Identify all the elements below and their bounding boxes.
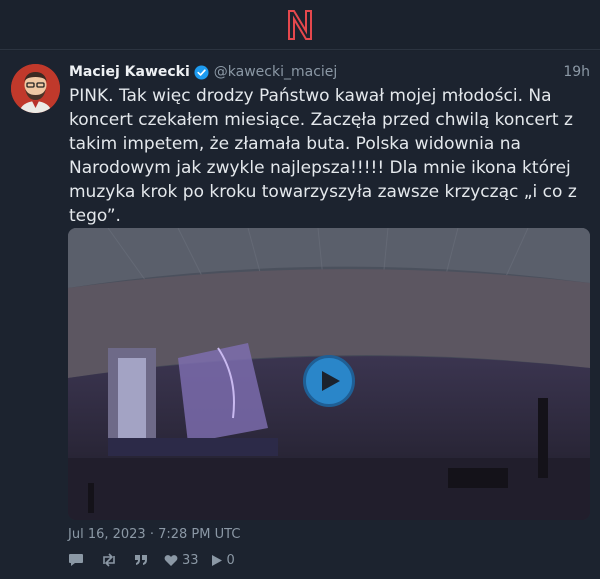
author-name[interactable]: Maciej Kawecki	[69, 64, 190, 80]
top-bar	[0, 0, 600, 50]
reply-stat[interactable]	[68, 553, 88, 567]
avatar[interactable]	[11, 64, 60, 113]
like-stat[interactable]: 33	[164, 553, 199, 568]
retweet-icon	[103, 553, 115, 567]
play-button[interactable]	[303, 355, 355, 407]
views-stat[interactable]: 0	[211, 553, 235, 568]
nitter-logo-icon[interactable]	[286, 9, 314, 41]
play-views-icon	[211, 554, 222, 566]
views-count: 0	[226, 552, 235, 568]
quote-stat[interactable]	[134, 554, 152, 566]
video-media[interactable]	[68, 228, 590, 520]
quote-icon	[135, 555, 147, 565]
tweet-header: Maciej Kawecki @kawecki_maciej 19h	[69, 62, 590, 82]
tweet-date[interactable]: Jul 16, 2023 · 7:28 PM UTC	[68, 527, 240, 542]
tweet-text: PINK. Tak więc drodzy Państwo kawał moje…	[69, 86, 577, 226]
author-handle[interactable]: @kawecki_maciej	[214, 64, 338, 80]
play-icon	[322, 371, 340, 391]
verified-icon	[194, 64, 209, 80]
tweet-card[interactable]: Maciej Kawecki @kawecki_maciej 19h PINK.…	[0, 51, 600, 579]
tweet-time[interactable]: 19h	[563, 64, 590, 80]
retweet-stat[interactable]	[100, 553, 122, 567]
tweet-actions: 33 0	[68, 551, 247, 569]
comment-icon	[69, 554, 83, 566]
like-count: 33	[182, 552, 199, 568]
heart-icon	[164, 554, 178, 566]
